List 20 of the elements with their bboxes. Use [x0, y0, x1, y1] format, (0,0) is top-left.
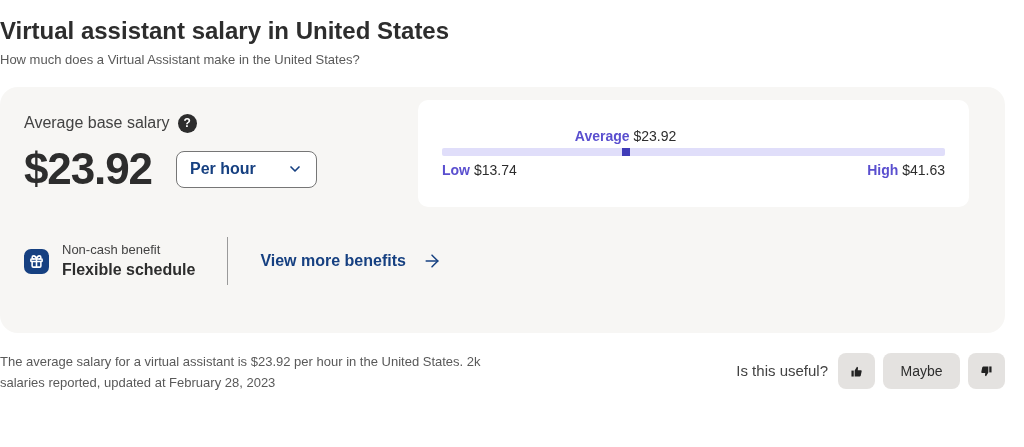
benefit-caption: Non-cash benefit [62, 241, 162, 259]
thumbs-down-icon [981, 365, 992, 377]
benefit-name: Flexible schedule [62, 260, 196, 280]
thumbs-up-icon [851, 365, 862, 377]
help-icon[interactable]: ? [177, 113, 197, 133]
salary-label: Average base salary [24, 113, 170, 133]
feedback-question: Is this useful? [736, 360, 828, 381]
high-label: High $41.63 [867, 161, 945, 180]
average-label: Average $23.92 [574, 127, 677, 146]
low-label: Low $13.74 [442, 161, 517, 180]
page-title: Virtual assistant salary in United States [0, 16, 451, 46]
gift-icon [24, 248, 49, 274]
maybe-button[interactable]: Maybe [883, 353, 960, 389]
salary-amount: $23.92 [24, 143, 152, 195]
salary-summary: The average salary for a virtual assistant is $23.92 per hour in the United States. 2k salaries reported, updated at February 28, 2023 [0, 353, 482, 392]
thumbs-down-button[interactable] [968, 353, 1005, 389]
period-dropdown[interactable]: Per hour [176, 150, 317, 188]
page-subtitle: How much does a Virtual Assistant make in the United States? [0, 51, 361, 69]
thumbs-up-button[interactable] [838, 353, 875, 389]
view-benefits-link[interactable]: View more benefits [260, 249, 442, 273]
